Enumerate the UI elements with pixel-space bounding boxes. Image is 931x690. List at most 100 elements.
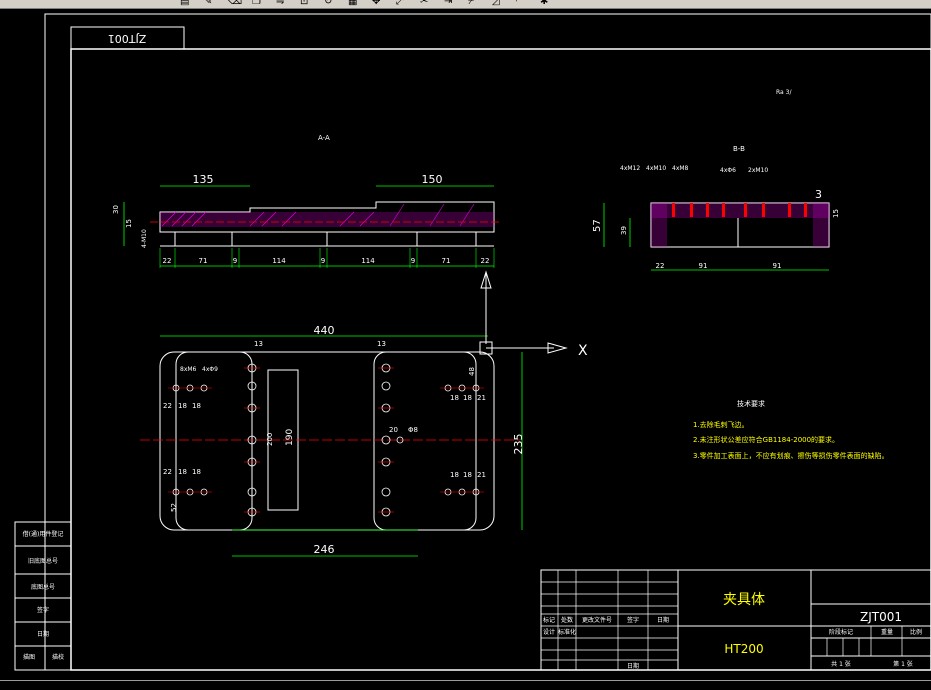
svg-text:日期: 日期 <box>37 630 49 638</box>
svg-text:91: 91 <box>773 262 782 270</box>
svg-text:71: 71 <box>442 257 451 265</box>
svg-text:4xΦ6: 4xΦ6 <box>720 167 736 174</box>
copy-icon[interactable]: ❐ <box>252 0 261 8</box>
explode-icon[interactable]: ✱ <box>540 0 548 8</box>
mirror-icon[interactable]: ⇋ <box>276 0 284 8</box>
svg-text:4xΦ9: 4xΦ9 <box>202 366 218 373</box>
svg-text:4-M10: 4-M10 <box>141 229 148 248</box>
svg-text:更改文件号: 更改文件号 <box>582 616 612 624</box>
svg-text:71: 71 <box>199 257 208 265</box>
svg-text:13: 13 <box>377 340 386 348</box>
cad-toolbar: ▤ ✎ ⌫ ❐ ⇋ ⊡ ↻ ▦ ✥ ⤢ ✂ ⇥ ⌿ ◿ ◜ ✱ <box>0 0 931 9</box>
plan-view: 440 246 235 13 13 8xM6 4xΦ9 22 18 18 48 … <box>140 270 588 557</box>
eraser-icon[interactable]: ⌫ <box>228 0 242 8</box>
array-icon[interactable]: ▦ <box>348 0 357 8</box>
tech-notes: 技术要求 1.去除毛刺飞边。 2.未注形状公差应符合GB1184-2000的要求… <box>693 399 889 460</box>
title-block: 标记 处数 更改文件号 签字 日期 设计 标准化 日期 阶段标记 重量 比例 共… <box>540 569 931 671</box>
svg-text:22: 22 <box>163 468 172 476</box>
svg-text:18: 18 <box>192 402 201 410</box>
extend-icon[interactable]: ⇥ <box>444 0 452 8</box>
svg-text:440: 440 <box>314 324 335 337</box>
svg-text:9: 9 <box>321 257 325 265</box>
svg-text:9: 9 <box>411 257 415 265</box>
svg-text:91: 91 <box>699 262 708 270</box>
svg-text:借(通)用件登记: 借(通)用件登记 <box>23 530 64 538</box>
cad-drawing-canvas[interactable]: ZJT001 Ra 3/ A-A 135 150 22 71 9 114 9 1… <box>0 9 931 680</box>
svg-text:18: 18 <box>192 468 201 476</box>
svg-text:旧底图总号: 旧底图总号 <box>28 557 58 565</box>
drawing-no: ZJT001 <box>860 610 902 624</box>
svg-text:150: 150 <box>422 173 443 186</box>
svg-text:15: 15 <box>125 219 133 228</box>
svg-text:描校: 描校 <box>52 653 64 661</box>
svg-text:9: 9 <box>233 257 237 265</box>
svg-text:39: 39 <box>620 226 628 235</box>
rotate-icon[interactable]: ↻ <box>324 0 332 8</box>
svg-text:235: 235 <box>512 434 525 455</box>
part-name: 夹具体 <box>723 592 765 608</box>
svg-text:18: 18 <box>178 468 187 476</box>
svg-text:18: 18 <box>463 394 472 402</box>
break-icon[interactable]: ⌿ <box>468 0 474 8</box>
svg-text:15: 15 <box>832 209 840 218</box>
material: HT200 <box>724 642 763 656</box>
section-a: A-A 135 150 22 71 9 114 9 114 9 71 22 30… <box>112 134 500 268</box>
svg-text:2.未注形状公差应符合GB1184-2000的要求。: 2.未注形状公差应符合GB1184-2000的要求。 <box>693 435 839 444</box>
svg-text:22: 22 <box>163 257 172 265</box>
svg-text:18: 18 <box>178 402 187 410</box>
svg-text:20: 20 <box>389 426 398 434</box>
svg-text:标记: 标记 <box>543 616 555 624</box>
svg-text:签字: 签字 <box>37 606 49 614</box>
trim-icon[interactable]: ✂ <box>420 0 428 8</box>
move-icon[interactable]: ✥ <box>372 0 380 8</box>
svg-text:135: 135 <box>193 173 214 186</box>
section-b: B-B 22 91 91 57 39 3 15 4xM12 4xM10 4xM8… <box>592 145 840 271</box>
svg-text:21: 21 <box>477 471 486 479</box>
svg-text:签字: 签字 <box>627 616 639 624</box>
svg-text:3.零件加工表面上，不应有划痕、擦伤等损伤零件表面的缺陷。: 3.零件加工表面上，不应有划痕、擦伤等损伤零件表面的缺陷。 <box>693 451 889 460</box>
layer-icon[interactable]: ▤ <box>180 0 189 8</box>
offset-icon[interactable]: ⊡ <box>300 0 308 8</box>
svg-text:阶段标记: 阶段标记 <box>829 628 853 636</box>
section-b-title: B-B <box>733 145 745 153</box>
svg-text:190: 190 <box>285 429 295 446</box>
svg-text:设计: 设计 <box>543 628 555 636</box>
svg-text:比例: 比例 <box>910 628 922 636</box>
svg-text:200: 200 <box>266 433 274 446</box>
svg-text:4xM12: 4xM12 <box>620 165 640 172</box>
scale-icon[interactable]: ⤢ <box>396 0 404 8</box>
svg-text:技术要求: 技术要求 <box>737 399 765 408</box>
svg-text:Φ8: Φ8 <box>408 426 418 434</box>
svg-text:1.去除毛刺飞边。: 1.去除毛刺飞边。 <box>693 420 749 429</box>
svg-text:8xM6: 8xM6 <box>180 366 197 373</box>
svg-text:日期: 日期 <box>657 616 669 624</box>
svg-text:30: 30 <box>112 205 120 214</box>
svg-text:18: 18 <box>450 394 459 402</box>
svg-text:18: 18 <box>463 471 472 479</box>
code-box-label: ZJT001 <box>108 32 147 45</box>
svg-text:标准化: 标准化 <box>558 628 576 636</box>
svg-text:日期: 日期 <box>627 662 639 670</box>
roughness-note: Ra 3/ <box>776 89 792 96</box>
svg-text:22: 22 <box>163 402 172 410</box>
pencil-icon[interactable]: ✎ <box>204 0 212 8</box>
svg-text:13: 13 <box>254 340 263 348</box>
axis-x-label: X <box>578 343 588 359</box>
svg-text:第 1 张: 第 1 张 <box>893 660 913 668</box>
svg-text:57: 57 <box>592 219 603 232</box>
svg-text:246: 246 <box>314 543 335 556</box>
svg-text:21: 21 <box>477 394 486 402</box>
svg-text:4xM8: 4xM8 <box>672 165 689 172</box>
svg-text:2xM10: 2xM10 <box>748 167 768 174</box>
svg-text:描图: 描图 <box>23 653 35 661</box>
svg-text:22: 22 <box>656 262 665 270</box>
svg-text:4xM10: 4xM10 <box>646 165 666 172</box>
svg-text:3: 3 <box>815 188 822 201</box>
left-stamp-column: 借(通)用件登记 旧底图总号 底图总号 签字 日期 描图 描校 <box>14 521 72 671</box>
chamfer-icon[interactable]: ◿ <box>492 0 500 8</box>
svg-text:重量: 重量 <box>881 628 893 636</box>
svg-text:22: 22 <box>481 257 490 265</box>
fillet-icon[interactable]: ◜ <box>516 0 520 8</box>
svg-text:52: 52 <box>170 503 178 512</box>
svg-text:48: 48 <box>468 367 476 376</box>
